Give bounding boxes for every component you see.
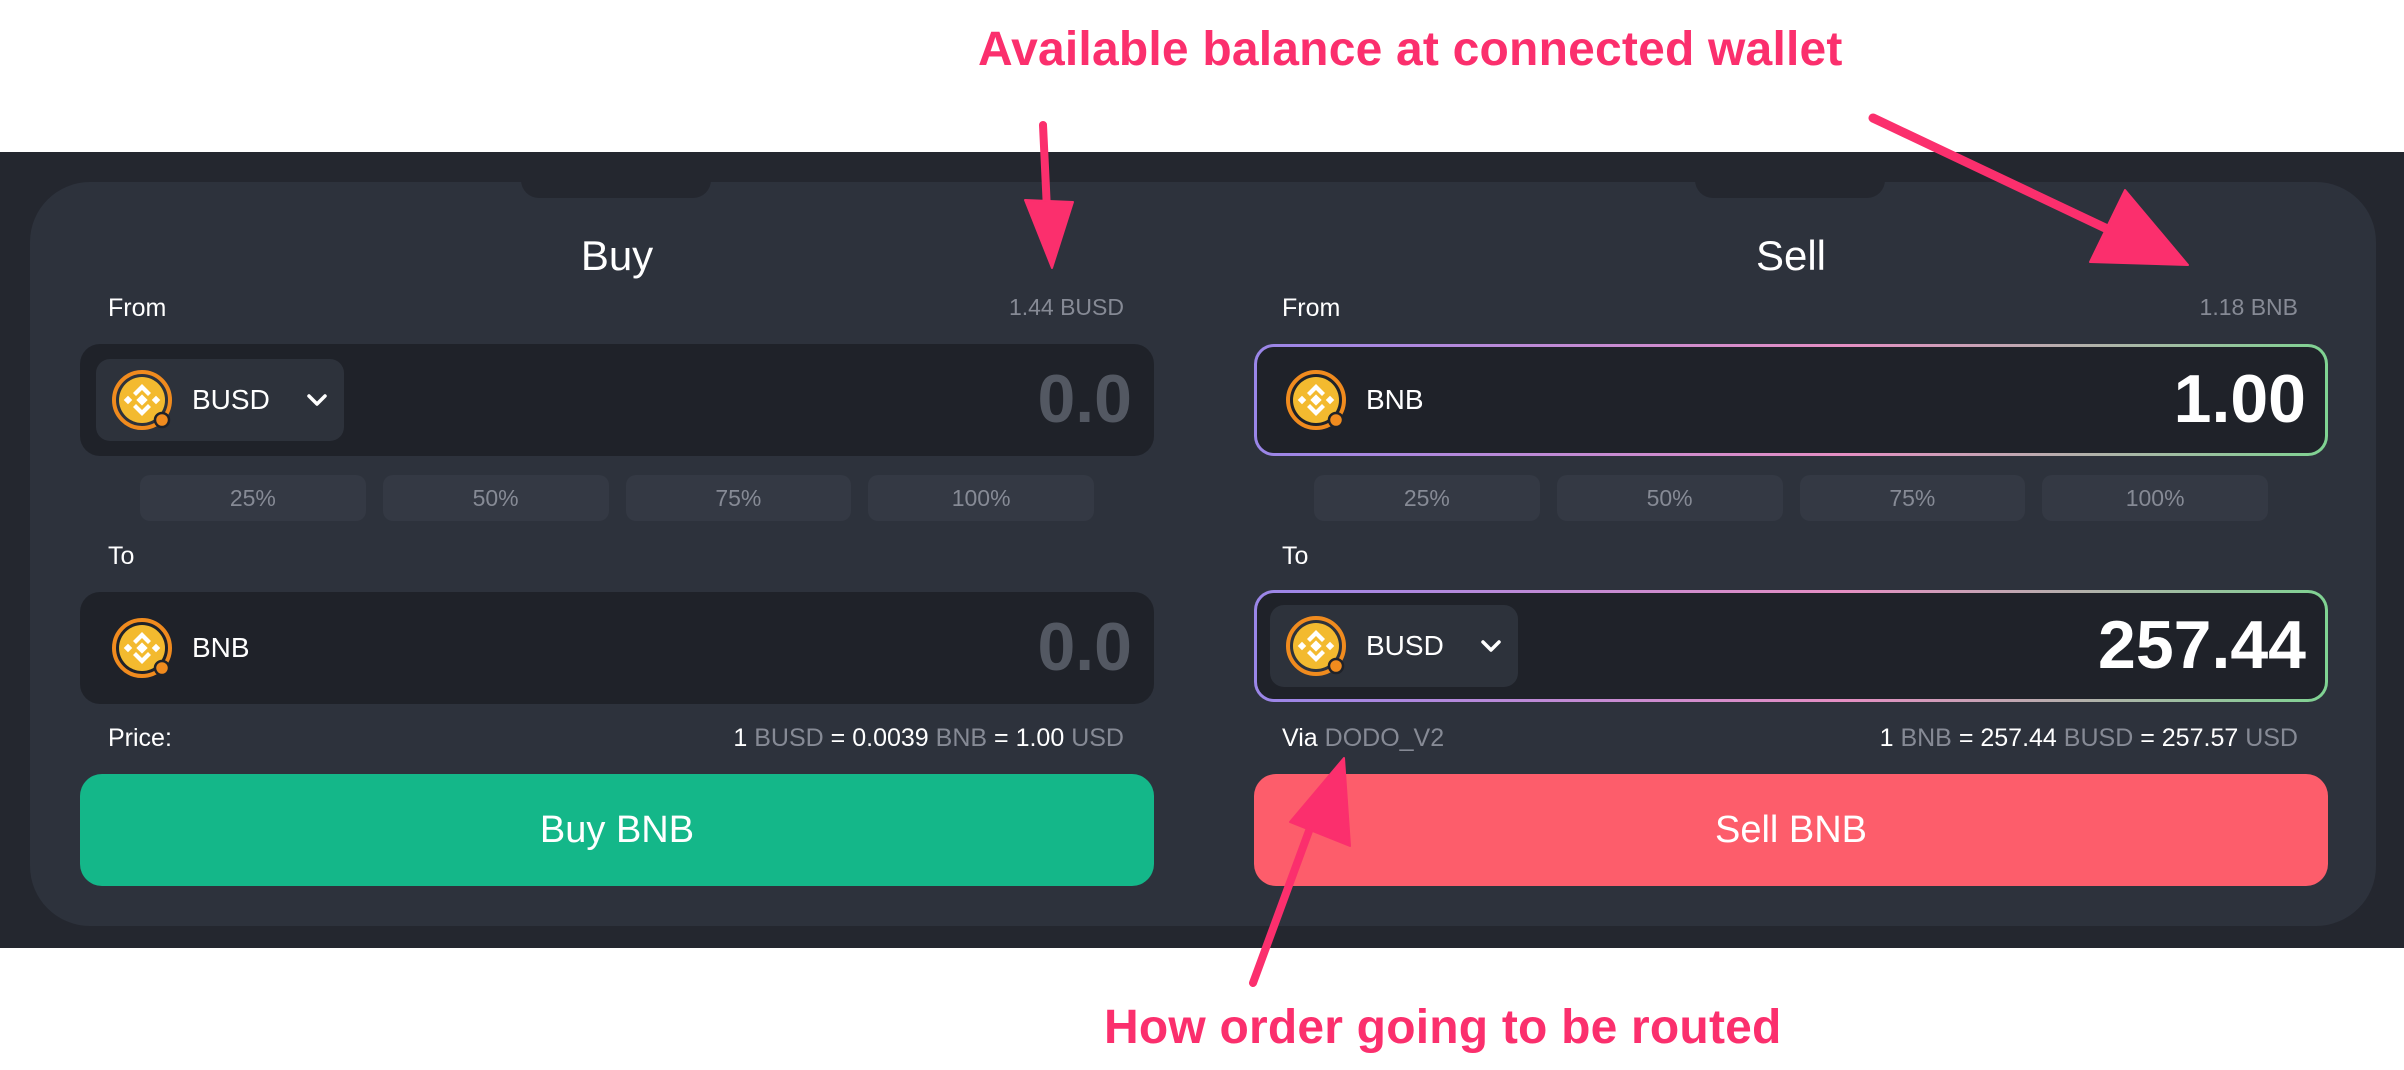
rate-unit: BUSD <box>754 724 824 752</box>
binance-coin-icon <box>110 616 174 680</box>
sell-from-balance: 1.18 BNB <box>2199 294 2298 320</box>
sell-percent-100-button[interactable]: 100% <box>2042 475 2268 521</box>
annotation-route: How order going to be routed <box>1104 1001 1782 1054</box>
sell-to-amount: 257.44 <box>2098 607 2306 683</box>
via-route: DODO_V2 <box>1324 724 1445 752</box>
buy-price-row: Price: 1 BUSD = 0.0039 BNB = 1.00 USD <box>108 724 1124 753</box>
buy-from-balance: 1.44 BUSD <box>1008 294 1124 320</box>
rate-value: 1.00 <box>1015 724 1065 752</box>
rate-value: 0.0039 <box>852 724 929 752</box>
rate-unit: BNB <box>935 724 988 752</box>
rate-equals: = <box>994 724 1009 752</box>
chevron-down-icon <box>304 387 330 413</box>
panel-notch-right <box>1695 180 1885 198</box>
sell-via: Via DODO_V2 <box>1282 724 1444 753</box>
buy-to-box: BNB 0.0 <box>80 592 1154 704</box>
buy-from-token-select[interactable]: BUSD <box>96 359 344 441</box>
sell-from-amount-input[interactable]: 1.00 <box>2174 360 2306 438</box>
sell-from-token: BNB <box>1270 359 1438 441</box>
sell-title: Sell <box>1755 232 1827 279</box>
rate-unit: USD <box>1071 724 1124 752</box>
sell-to-box: BUSD 257.44 <box>1254 590 2328 702</box>
sell-to-token-select[interactable]: BUSD <box>1270 605 1518 687</box>
buy-price-label: Price: <box>108 724 172 752</box>
rate-value: 1 <box>733 724 748 752</box>
buy-to-amount: 0.0 <box>1037 609 1132 685</box>
sell-from-label: From <box>1282 294 1341 322</box>
rate-unit: USD <box>2245 724 2298 752</box>
rate-equals: = <box>1958 724 1974 752</box>
buy-to-token: BNB <box>96 607 264 689</box>
buy-price-rate: 1 BUSD = 0.0039 BNB = 1.00 USD <box>733 724 1124 753</box>
rate-unit: BNB <box>1900 724 1952 752</box>
binance-coin-icon <box>1284 368 1348 432</box>
sell-to-label: To <box>1282 542 1309 570</box>
binance-coin-icon <box>110 368 174 432</box>
buy-percent-buttons: 25% 50% 75% 100% <box>140 475 1094 521</box>
buy-percent-100-button[interactable]: 100% <box>868 475 1094 521</box>
sell-to-token-name: BUSD <box>1366 630 1444 661</box>
sell-percent-buttons: 25% 50% 75% 100% <box>1314 475 2268 521</box>
panel-notch-left <box>521 180 711 198</box>
buy-from-label: From <box>108 294 167 322</box>
sell-from-box: BNB 1.00 <box>1254 344 2328 456</box>
chevron-down-icon <box>1478 633 1504 659</box>
buy-percent-75-button[interactable]: 75% <box>625 475 852 521</box>
buy-percent-50-button[interactable]: 50% <box>382 475 609 521</box>
rate-equals: = <box>830 724 846 752</box>
buy-from-amount-input[interactable]: 0.0 <box>1037 360 1132 438</box>
rate-unit: BUSD <box>2063 724 2134 752</box>
buy-button[interactable]: Buy BNB <box>80 774 1154 886</box>
sell-route-row: Via DODO_V2 1 BNB = 257.44 BUSD = 257.57… <box>1282 724 2298 753</box>
buy-to-token-name: BNB <box>192 632 250 663</box>
via-label: Via <box>1282 724 1318 752</box>
sell-button[interactable]: Sell BNB <box>1254 774 2328 886</box>
buy-from-token-name: BUSD <box>192 384 270 415</box>
rate-value: 257.44 <box>1980 724 2057 752</box>
rate-equals: = <box>2140 724 2155 752</box>
sell-percent-50-button[interactable]: 50% <box>1556 475 1783 521</box>
annotation-balance: Available balance at connected wallet <box>978 23 1843 76</box>
sell-percent-25-button[interactable]: 25% <box>1314 475 1540 521</box>
buy-title: Buy <box>580 232 654 279</box>
binance-coin-icon <box>1284 614 1348 678</box>
rate-value: 257.57 <box>2161 724 2239 752</box>
buy-to-label: To <box>108 542 135 570</box>
sell-from-token-name: BNB <box>1366 384 1424 415</box>
buy-percent-25-button[interactable]: 25% <box>140 475 366 521</box>
buy-from-box: BUSD 0.0 <box>80 344 1154 456</box>
sell-percent-75-button[interactable]: 75% <box>1799 475 2026 521</box>
rate-value: 1 <box>1879 724 1894 752</box>
sell-price-rate: 1 BNB = 257.44 BUSD = 257.57 USD <box>1880 724 2298 753</box>
